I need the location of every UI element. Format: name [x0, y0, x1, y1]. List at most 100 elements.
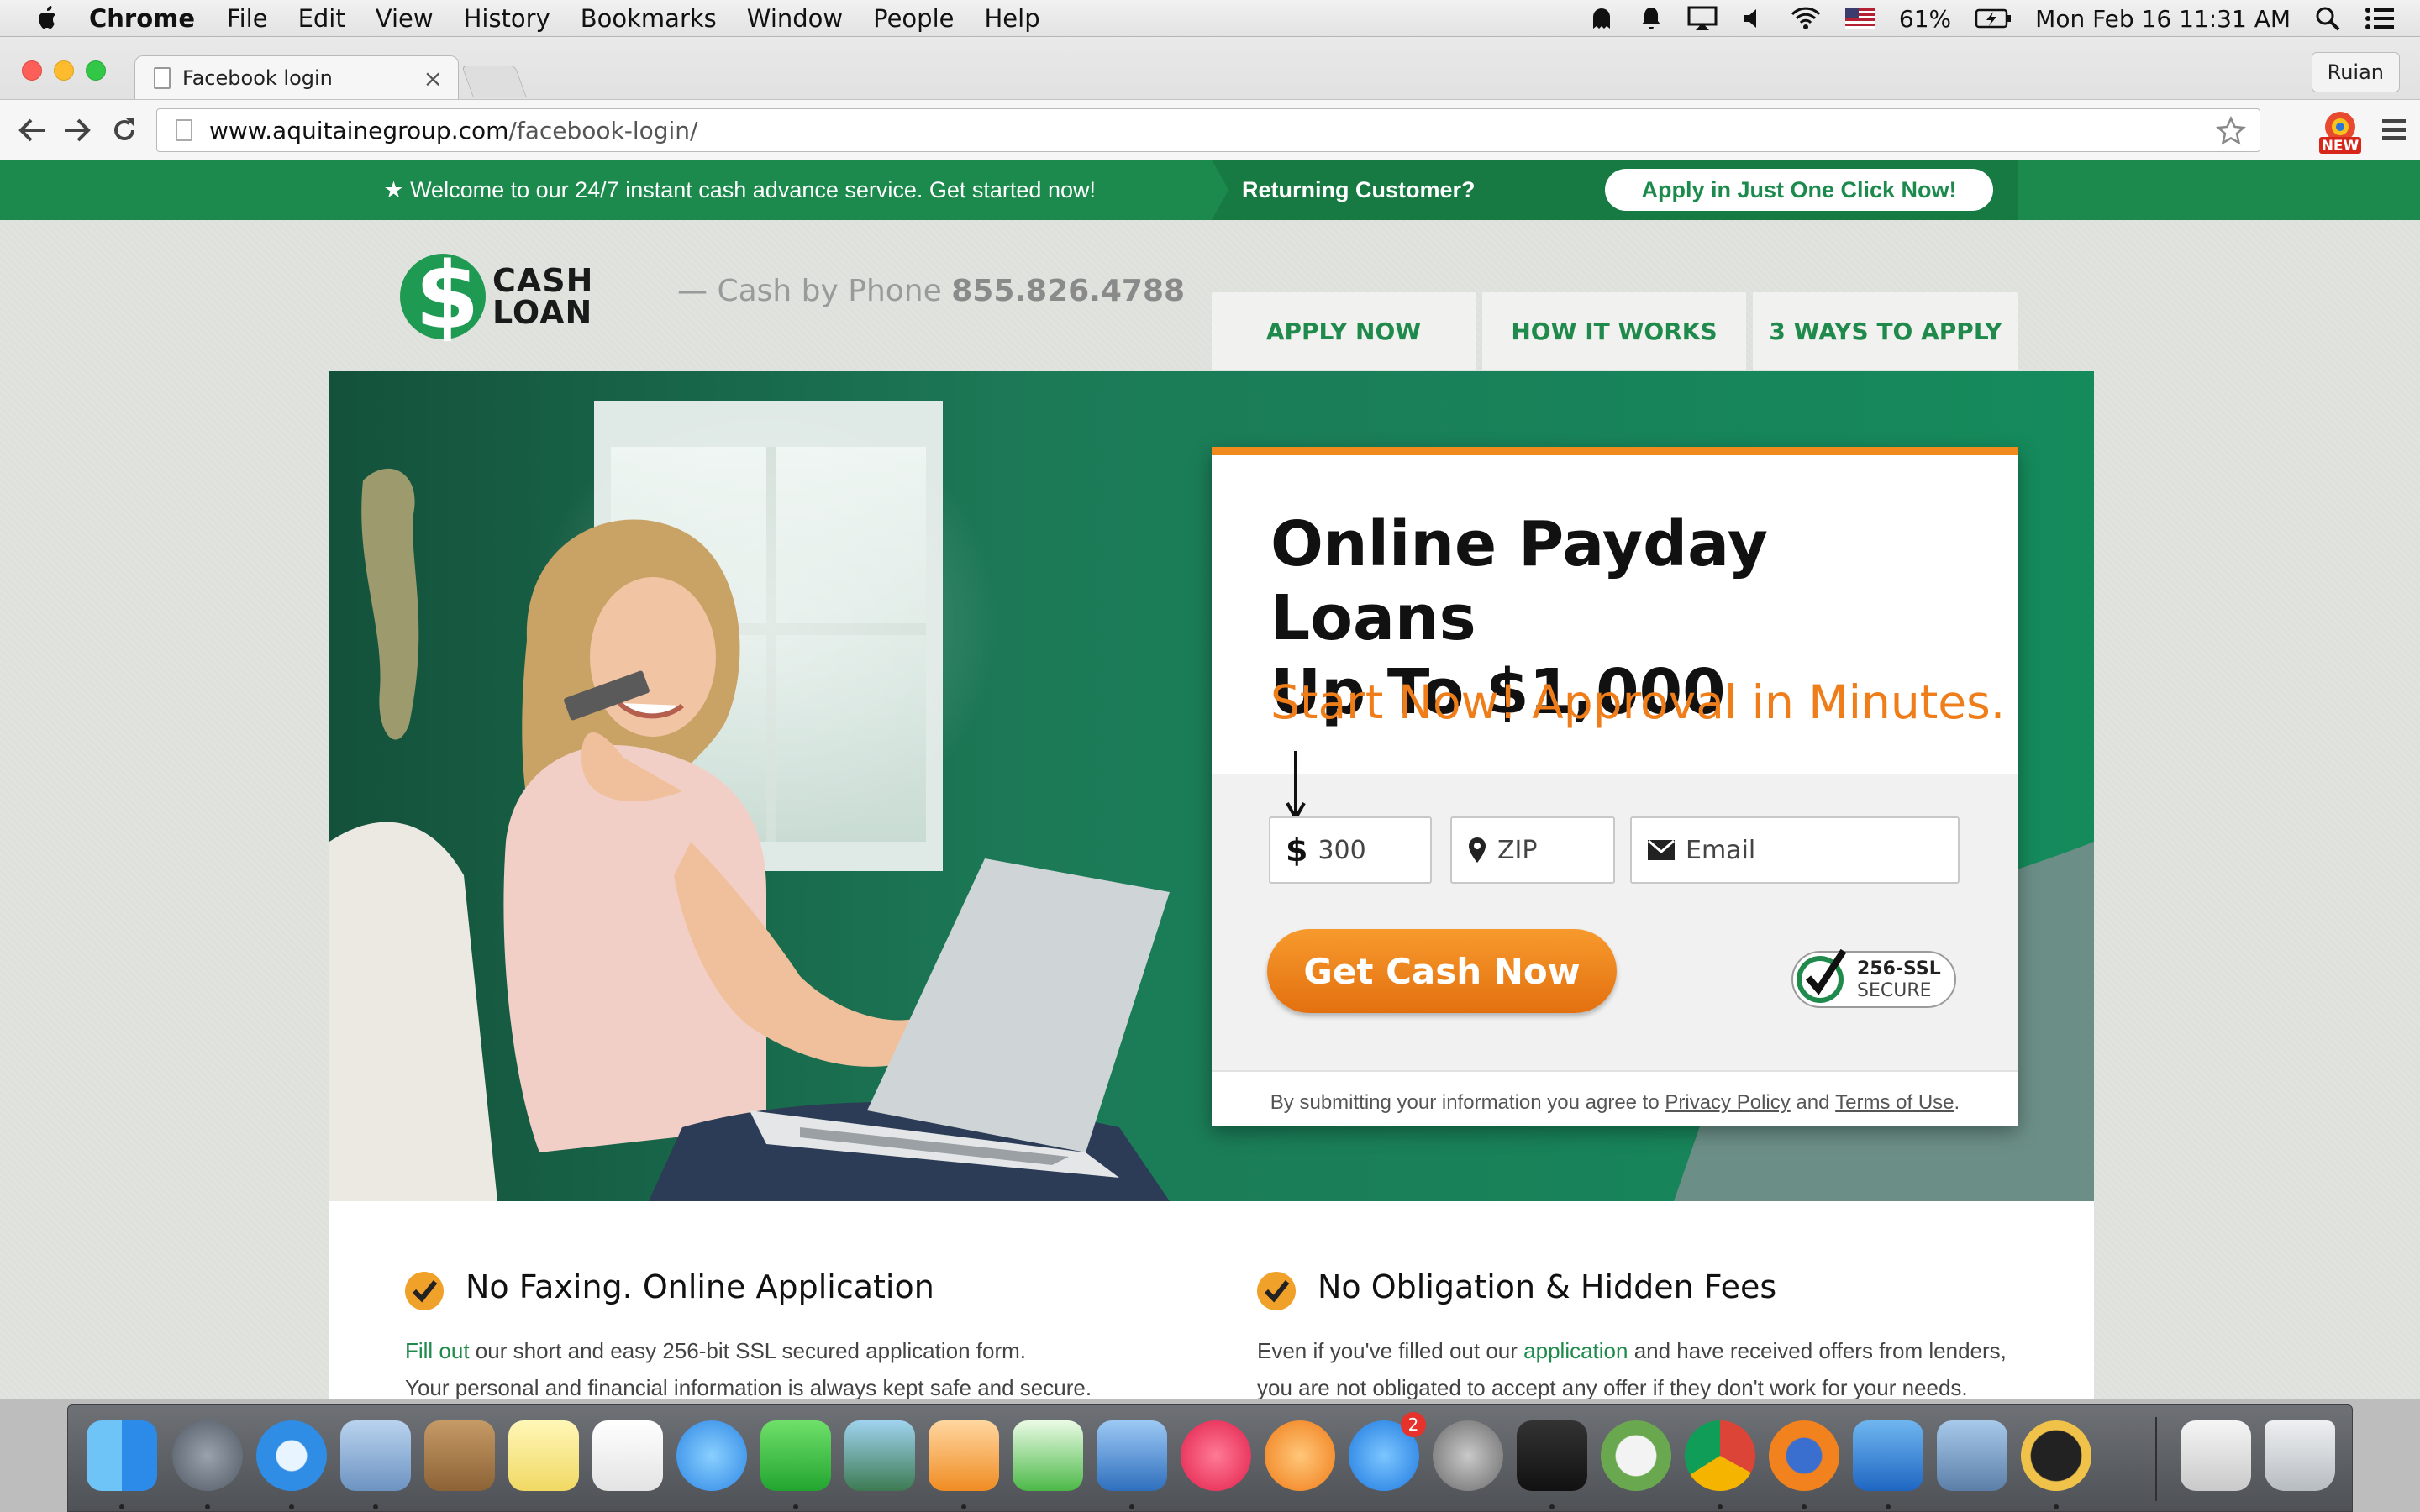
calendar-icon[interactable]: [592, 1420, 663, 1491]
ssl-label: 256-SSL: [1857, 958, 1941, 979]
us-flag-icon[interactable]: [1844, 8, 1876, 29]
menu-history[interactable]: History: [464, 4, 550, 33]
svg-text:NEW: NEW: [2322, 138, 2360, 155]
safari-icon[interactable]: [256, 1420, 327, 1491]
feature-title: No Faxing. Online Application: [466, 1268, 934, 1305]
ibooks-icon[interactable]: [1265, 1420, 1335, 1491]
loan-amount-value: 300: [1318, 835, 1366, 865]
app-store-badge: 2: [1401, 1412, 1426, 1437]
minimize-window-button[interactable]: [54, 60, 74, 81]
facetime-icon[interactable]: [760, 1420, 831, 1491]
application-link[interactable]: application: [1523, 1338, 1628, 1363]
notes-icon[interactable]: [508, 1420, 579, 1491]
menu-chrome[interactable]: Chrome: [89, 4, 195, 33]
firefox-icon[interactable]: [1769, 1420, 1839, 1491]
down-arrow-icon: [1286, 751, 1306, 822]
documents-icon[interactable]: [2181, 1420, 2251, 1491]
menu-view[interactable]: View: [376, 4, 434, 33]
get-cash-now-button[interactable]: Get Cash Now: [1267, 929, 1617, 1013]
privacy-policy-link[interactable]: Privacy Policy: [1665, 1091, 1790, 1115]
tab-title: Facebook login: [182, 66, 333, 90]
apple-icon[interactable]: [34, 4, 62, 33]
dollar-icon: $: [1286, 832, 1308, 869]
airplay-icon[interactable]: [1687, 6, 1718, 31]
page-info-icon[interactable]: [176, 119, 192, 141]
finder-icon[interactable]: [87, 1420, 157, 1491]
cash-loan-logo[interactable]: $ CASH LOAN: [400, 245, 602, 346]
running-indicator: [289, 1504, 294, 1509]
returning-customer-label: Returning Customer?: [1242, 176, 1476, 202]
chrome-menu-icon[interactable]: [2380, 115, 2408, 144]
nav-3-ways-to-apply[interactable]: 3 WAYS TO APPLY: [1753, 292, 2018, 370]
zip-field[interactable]: ZIP: [1450, 816, 1615, 884]
battery-charging-icon[interactable]: [1975, 8, 2012, 29]
photos-icon[interactable]: [844, 1420, 915, 1491]
mail-icon[interactable]: [340, 1420, 411, 1491]
trash-icon[interactable]: [2265, 1420, 2335, 1491]
phone-number[interactable]: 855.826.4788: [951, 274, 1185, 308]
terms-of-use-link[interactable]: Terms of Use: [1835, 1091, 1954, 1115]
spotlight-search-icon[interactable]: [2314, 5, 2341, 32]
menu-people[interactable]: People: [873, 4, 954, 33]
clock[interactable]: Mon Feb 16 11:31 AM: [2035, 5, 2291, 33]
extension-new-icon[interactable]: NEW: [2316, 107, 2365, 155]
browser-tab[interactable]: Facebook login ×: [134, 55, 459, 99]
bookmark-star-icon[interactable]: [2216, 116, 2246, 146]
feature-title: No Obligation & Hidden Fees: [1318, 1268, 1777, 1305]
system-preferences-icon[interactable]: [1433, 1420, 1503, 1491]
nav-apply-now[interactable]: APPLY NOW: [1212, 292, 1476, 370]
ssl-secure-label: SECURE: [1857, 980, 1932, 1001]
consent-end: .: [1954, 1091, 1960, 1114]
apply-one-click-button[interactable]: Apply in Just One Click Now!: [1605, 169, 1993, 211]
word-icon[interactable]: [1853, 1420, 1923, 1491]
feature-text: Even if you've filled out our: [1257, 1338, 1524, 1363]
checkmark-icon: [405, 1272, 444, 1310]
email-field[interactable]: Email: [1630, 816, 1960, 884]
forward-button[interactable]: [59, 112, 96, 149]
running-indicator: [961, 1504, 966, 1509]
menu-window[interactable]: Window: [747, 4, 843, 33]
nav-how-it-works[interactable]: HOW IT WORKS: [1482, 292, 1746, 370]
running-indicator: [1129, 1504, 1134, 1509]
notification-bell-icon[interactable]: [1639, 5, 1664, 32]
address-bar[interactable]: www.aquitainegroup.com/facebook-login/: [156, 108, 2260, 152]
envelope-icon: [1648, 839, 1675, 860]
new-tab-button[interactable]: [461, 66, 527, 97]
wifi-icon[interactable]: [1790, 6, 1822, 31]
numbers-icon[interactable]: [1013, 1420, 1083, 1491]
qq-icon[interactable]: [2021, 1420, 2091, 1491]
zoom-window-button[interactable]: [86, 60, 106, 81]
menu-edit[interactable]: Edit: [298, 4, 345, 33]
fill-out-link[interactable]: Fill out: [405, 1338, 470, 1363]
contacts-icon[interactable]: [424, 1420, 495, 1491]
back-button[interactable]: [13, 112, 50, 149]
profile-button[interactable]: Ruian: [2311, 52, 2400, 92]
logo-dollar-symbol: $: [415, 242, 480, 349]
itunes-icon[interactable]: [1181, 1420, 1251, 1491]
keynote-icon[interactable]: [1097, 1420, 1167, 1491]
zip-placeholder: ZIP: [1497, 835, 1538, 865]
running-indicator: [2054, 1504, 2059, 1509]
close-window-button[interactable]: [22, 60, 42, 81]
launchpad-icon[interactable]: [172, 1420, 243, 1491]
feature-description: Fill out our short and easy 256-bit SSL …: [405, 1332, 1178, 1399]
notification-center-icon[interactable]: [2365, 6, 2395, 31]
menu-bar: Chrome File Edit View History Bookmarks …: [0, 0, 2420, 37]
reload-button[interactable]: [106, 112, 143, 149]
menu-bookmarks[interactable]: Bookmarks: [581, 4, 717, 33]
volume-icon[interactable]: [1741, 6, 1766, 31]
ghost-icon[interactable]: [1588, 5, 1615, 32]
preview-icon[interactable]: [1937, 1420, 2007, 1491]
pages-icon[interactable]: [929, 1420, 999, 1491]
menu-help[interactable]: Help: [984, 4, 1039, 33]
messages-icon[interactable]: [676, 1420, 747, 1491]
consent-and: and: [1796, 1091, 1830, 1114]
app-store-icon[interactable]: 2: [1349, 1412, 1426, 1491]
tab-close-icon[interactable]: ×: [424, 65, 443, 92]
loan-amount-field[interactable]: $ 300: [1269, 816, 1432, 884]
terminal-icon[interactable]: [1517, 1420, 1587, 1491]
cyberduck-icon[interactable]: [1601, 1420, 1671, 1491]
menu-file[interactable]: File: [227, 4, 268, 33]
running-indicator: [205, 1504, 210, 1509]
chrome-icon[interactable]: [1685, 1420, 1755, 1491]
